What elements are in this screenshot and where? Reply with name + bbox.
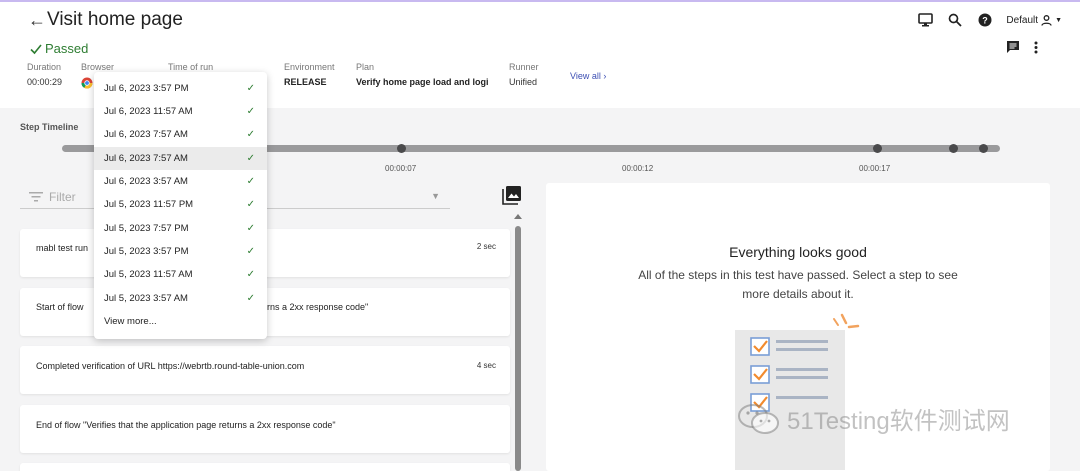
- filter-icon: [29, 191, 43, 201]
- scrollbar-thumb[interactable]: [515, 226, 521, 471]
- check-icon: ✓: [246, 83, 255, 94]
- environment-label: Environment: [284, 62, 335, 72]
- svg-text:?: ?: [983, 16, 989, 26]
- chevron-down-icon: ▼: [1055, 16, 1062, 24]
- monitor-icon[interactable]: [916, 11, 934, 29]
- checklist-illustration: [735, 313, 860, 470]
- check-icon: ✓: [246, 176, 255, 187]
- comment-icon[interactable]: [1006, 40, 1020, 59]
- run-option-label: Jul 6, 2023 7:57 AM: [104, 153, 188, 164]
- step-text: End of flow "Verifies that the applicati…: [36, 420, 336, 430]
- back-arrow-icon[interactable]: ←: [28, 10, 46, 31]
- run-option-label: Jul 5, 2023 3:57 PM: [104, 246, 189, 257]
- time-of-run-label: Time of run: [168, 62, 214, 72]
- run-option[interactable]: Jul 5, 2023 3:57 AM ✓: [94, 287, 267, 310]
- run-option-label: Jul 6, 2023 3:57 PM: [104, 83, 189, 94]
- plan-label: Plan: [356, 62, 375, 72]
- check-icon: ✓: [246, 223, 255, 234]
- meta-runner: Runner Unified: [509, 62, 539, 87]
- run-option-label: Jul 5, 2023 11:57 AM: [104, 269, 193, 280]
- duration-value: 00:00:29: [27, 77, 63, 87]
- user-menu-label: Default: [1006, 14, 1039, 26]
- browser-label: Browser: [81, 62, 115, 72]
- view-all-label: View all: [570, 71, 601, 81]
- check-icon: ✓: [246, 293, 255, 304]
- search-icon[interactable]: [946, 11, 964, 29]
- run-option-label: Jul 5, 2023 3:57 AM: [104, 293, 188, 304]
- view-more-link[interactable]: View more...: [104, 316, 157, 327]
- run-option-label: Jul 6, 2023 11:57 AM: [104, 106, 193, 117]
- timeline-tick: 00:00:12: [622, 164, 654, 173]
- check-icon: ✓: [246, 269, 255, 280]
- timeline-marker[interactable]: [873, 144, 882, 153]
- timeline-tick: 00:00:17: [859, 164, 891, 173]
- step-duration: 4 sec: [476, 361, 496, 370]
- more-vert-icon[interactable]: [1034, 41, 1038, 59]
- timeline-marker[interactable]: [979, 144, 988, 153]
- run-time-dropdown[interactable]: Jul 6, 2023 3:57 PM ✓ Jul 6, 2023 11:57 …: [94, 72, 267, 339]
- view-all-link[interactable]: View all ›: [570, 71, 606, 81]
- run-option[interactable]: Jul 5, 2023 7:57 PM ✓: [94, 217, 267, 240]
- chevron-right-icon: ›: [603, 71, 607, 81]
- plan-value[interactable]: Verify home page load and logi: [356, 77, 489, 87]
- step-row[interactable]: Completed verification of URL https://we…: [20, 346, 510, 394]
- user-icon: [1041, 14, 1052, 26]
- chevron-down-icon: ▼: [431, 191, 440, 201]
- step-text: Start of flow: [36, 302, 84, 312]
- check-icon: ✓: [246, 153, 255, 164]
- step-text: mabl test run: [36, 243, 89, 253]
- right-tools: [1006, 40, 1038, 59]
- check-icon: ✓: [246, 199, 255, 210]
- check-icon: ✓: [246, 106, 255, 117]
- check-icon: ✓: [246, 246, 255, 257]
- status-badge: Passed: [30, 41, 88, 56]
- top-toolbar: ? Default ▼: [916, 11, 1062, 29]
- timeline-marker[interactable]: [949, 144, 958, 153]
- image-icon[interactable]: [502, 185, 522, 210]
- timeline-marker[interactable]: [397, 144, 406, 153]
- timeline-label: Step Timeline: [20, 122, 79, 132]
- runner-value: Unified: [509, 77, 538, 87]
- step-text-tail: rns a 2xx response code": [267, 302, 369, 312]
- meta-duration: Duration 00:00:29: [27, 62, 62, 87]
- watermark: 51Testing软件测试网: [737, 401, 1010, 436]
- watermark-text: 51Testing软件测试网: [787, 408, 1010, 435]
- runner-label: Runner: [509, 62, 539, 72]
- meta-plan: Plan Verify home page load and logi: [356, 62, 489, 87]
- step-row[interactable]: End of flow "Verifies that the applicati…: [20, 405, 510, 453]
- run-option[interactable]: Jul 6, 2023 3:57 PM ✓: [94, 77, 267, 100]
- timeline-tick: 00:00:07: [385, 164, 417, 173]
- run-option[interactable]: Jul 5, 2023 11:57 AM ✓: [94, 263, 267, 286]
- run-option[interactable]: Jul 6, 2023 3:57 AM ✓: [94, 170, 267, 193]
- check-icon: ✓: [246, 129, 255, 140]
- user-menu[interactable]: Default ▼: [1006, 15, 1062, 26]
- filter-label: Filter: [49, 189, 76, 204]
- status-label: Passed: [45, 41, 89, 56]
- environment-value: RELEASE: [284, 77, 327, 87]
- help-icon[interactable]: ?: [976, 11, 994, 29]
- check-icon: [30, 43, 42, 54]
- run-option[interactable]: Jul 6, 2023 11:57 AM ✓: [94, 100, 267, 123]
- run-option[interactable]: Jul 5, 2023 3:57 PM ✓: [94, 240, 267, 263]
- duration-label: Duration: [27, 62, 62, 72]
- step-duration: 2 sec: [476, 242, 496, 251]
- run-option-label: Jul 6, 2023 3:57 AM: [104, 176, 188, 187]
- run-option-label: Jul 6, 2023 7:57 AM: [104, 129, 188, 140]
- detail-description: All of the steps in this test have passe…: [638, 268, 958, 301]
- step-text: Completed verification of URL https://we…: [36, 361, 305, 371]
- run-option-selected[interactable]: Jul 6, 2023 7:57 AM ✓: [94, 147, 267, 170]
- meta-environment: Environment RELEASE: [284, 62, 335, 87]
- step-row[interactable]: [20, 463, 510, 471]
- run-option-label: Jul 5, 2023 11:57 PM: [104, 199, 194, 210]
- detail-title: Everything looks good: [729, 244, 867, 260]
- meta-time-of-run[interactable]: Time of run: [168, 62, 213, 72]
- page-title: Visit home page: [47, 9, 183, 30]
- run-option[interactable]: Jul 6, 2023 7:57 AM ✓: [94, 123, 267, 146]
- wechat-icon: [738, 403, 779, 434]
- run-option-label: Jul 5, 2023 7:57 PM: [104, 223, 189, 234]
- run-option[interactable]: Jul 5, 2023 11:57 PM ✓: [94, 193, 267, 216]
- scroll-up-arrow[interactable]: [514, 214, 522, 219]
